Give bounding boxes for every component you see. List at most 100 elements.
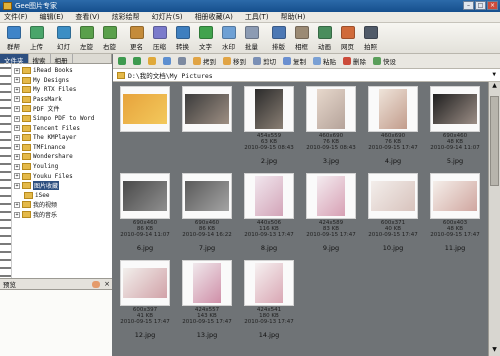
thumbnail-item[interactable]: 440x506 116 KB 2010-09-13 17:47 8.jpg xyxy=(241,169,297,253)
toolbar-button[interactable]: 动画 xyxy=(313,23,336,54)
folder-tree-item[interactable]: + PDF 文件 xyxy=(14,104,59,113)
thumbnail-image xyxy=(185,94,229,124)
toolbar-button[interactable]: 网页 xyxy=(336,23,359,54)
menu-view[interactable]: 查看(V) xyxy=(75,12,99,22)
expand-icon[interactable]: + xyxy=(14,134,20,141)
folder-tree-item[interactable]: + The KMPlayer xyxy=(14,133,76,142)
expand-icon[interactable]: + xyxy=(14,115,20,122)
toolbar-button[interactable]: 排版 xyxy=(267,23,290,54)
toolbar-button[interactable]: 更名 xyxy=(125,23,148,54)
expand-icon[interactable]: + xyxy=(14,173,20,180)
folder-tree-item[interactable]: + Youling xyxy=(14,162,58,171)
folder-tree-item[interactable]: + Simpo PDF to Word xyxy=(14,114,94,123)
address-bar[interactable]: D:\我的文档\My Pictures ▼ xyxy=(113,69,500,82)
nav-button[interactable]: 粘贴 xyxy=(311,56,338,67)
expand-icon[interactable]: + xyxy=(14,125,20,132)
chevron-down-icon[interactable]: ▼ xyxy=(492,71,496,78)
folder-tree-item[interactable]: + My RTX Files xyxy=(14,85,76,94)
thumbnail-item[interactable]: 690x460 86 KB 2010-09-14 11:07 6.jpg xyxy=(117,169,173,253)
menu-slideshow[interactable]: 幻灯片(S) xyxy=(152,12,183,22)
scroll-up-icon[interactable]: ▲ xyxy=(489,82,500,92)
thumbnail-item[interactable]: 600x371 40 KB 2010-09-15 17:47 10.jpg xyxy=(365,169,421,253)
folder-tree-item[interactable]: + Youku Files xyxy=(14,172,73,181)
nav-button[interactable]: 移到 xyxy=(221,56,248,67)
thumbnail-item[interactable]: 600x397 41 KB 2010-09-15 17:47 12.jpg xyxy=(117,256,173,340)
expand-icon[interactable]: + xyxy=(14,163,20,170)
close-button[interactable]: × xyxy=(487,1,498,10)
nav-button[interactable]: 复制 xyxy=(281,56,308,67)
thumbnail-item[interactable]: 424x557 143 KB 2010-09-15 17:47 13.jpg xyxy=(179,256,235,340)
toolbar-button[interactable]: 相框 xyxy=(290,23,313,54)
tab-folders[interactable]: 文件夹 xyxy=(0,54,29,65)
expand-icon[interactable]: + xyxy=(14,153,20,160)
toolbar-button[interactable]: 文字 xyxy=(194,23,217,54)
tab-search[interactable]: 搜索 xyxy=(29,54,51,65)
thumbnail-item[interactable]: 460x690 76 KB 2010-09-15 08:43 3.jpg xyxy=(303,82,359,166)
expand-icon[interactable]: + xyxy=(14,77,20,84)
back-button[interactable] xyxy=(116,56,128,67)
thumbnail-item[interactable]: 424x541 180 KB 2010-09-13 17:47 14.jpg xyxy=(241,256,297,340)
folder-tree-item[interactable]: + Wondershare xyxy=(14,152,73,161)
minimize-button[interactable]: – xyxy=(463,1,474,10)
thumbnail-item[interactable]: 424x589 83 KB 2010-09-15 17:47 9.jpg xyxy=(303,169,359,253)
nav-button[interactable]: 删除 xyxy=(341,56,368,67)
menu-help[interactable]: 帮助(H) xyxy=(281,12,306,22)
thumbnail-item[interactable] xyxy=(179,82,235,166)
folder-label: Simpo PDF to Word xyxy=(33,115,95,122)
thumbnail-item[interactable]: 690x460 86 KB 2010-09-14 16:22 7.jpg xyxy=(179,169,235,253)
toolbar-button[interactable]: 批量 xyxy=(240,23,263,54)
close-icon[interactable]: × xyxy=(104,280,110,288)
folder-tree-item[interactable]: + iRead Books xyxy=(14,66,73,75)
scrollbar-thumb[interactable] xyxy=(490,96,499,186)
thumbnail-info: 690x460 86 KB 2010-09-14 16:22 xyxy=(179,220,235,238)
folder-tree-item[interactable]: + Tencent Files xyxy=(14,124,80,133)
nav-button[interactable]: 拷到 xyxy=(191,56,218,67)
toolbar-button[interactable]: 水印 xyxy=(217,23,240,54)
toolbar-button[interactable]: 幻灯 xyxy=(52,23,75,54)
expand-icon[interactable]: + xyxy=(14,96,20,103)
menu-color[interactable]: 炫彩绘帮 xyxy=(112,12,140,22)
thumbnail-item[interactable]: 460x690 76 KB 2010-09-15 17:47 4.jpg xyxy=(365,82,421,166)
folder-tree-item[interactable]: + My Designs xyxy=(14,76,69,85)
thumbnail-item[interactable] xyxy=(117,82,173,166)
folder-tree-item[interactable]: + PassMark xyxy=(14,95,62,104)
toolbar-button[interactable]: 拍照 xyxy=(359,23,382,54)
toolbar-button[interactable]: 上传 xyxy=(25,23,48,54)
menu-tools[interactable]: 工具(T) xyxy=(245,12,269,22)
thumbnail-image xyxy=(123,181,167,211)
expand-icon[interactable]: + xyxy=(14,201,20,208)
refresh-button[interactable] xyxy=(161,56,173,67)
toolbar-button[interactable]: 右旋 xyxy=(98,23,121,54)
vertical-scrollbar[interactable]: ▲ ▼ xyxy=(488,82,500,356)
expand-icon[interactable]: + xyxy=(14,211,20,218)
maximize-button[interactable]: □ xyxy=(475,1,486,10)
thumbnail-item[interactable]: 600x403 48 KB 2010-09-15 17:47 11.jpg xyxy=(427,169,483,253)
thumbnail-item[interactable]: 454x559 63 KB 2010-09-15 08:43 2.jpg xyxy=(241,82,297,166)
folder-tree-item[interactable]: + 我的视频 xyxy=(14,200,57,209)
nav-button[interactable]: 快设 xyxy=(371,56,398,67)
toolbar-button[interactable]: 转换 xyxy=(171,23,194,54)
expand-icon[interactable]: + xyxy=(14,182,20,189)
toolbar-button[interactable]: 左旋 xyxy=(75,23,98,54)
toolbar-button[interactable]: 群帮 xyxy=(2,23,25,54)
expand-icon[interactable]: + xyxy=(14,105,20,112)
tab-albums[interactable]: 相册 xyxy=(51,54,73,65)
up-button[interactable] xyxy=(146,56,158,67)
menu-album[interactable]: 相册收藏(A) xyxy=(195,12,233,22)
preview-face-icon[interactable] xyxy=(92,281,100,288)
expand-icon[interactable]: + xyxy=(14,67,20,74)
menu-file[interactable]: 文件(F) xyxy=(4,12,28,22)
folder-tree-item[interactable]: + 我的音乐 xyxy=(14,210,57,219)
toolbar-button[interactable]: 压缩 xyxy=(148,23,171,54)
folder-tree-item[interactable]: + TMFinance xyxy=(14,143,66,152)
menu-edit[interactable]: 编辑(E) xyxy=(40,12,64,22)
expand-icon[interactable]: + xyxy=(14,144,20,151)
folder-tree-item[interactable]: iSee xyxy=(24,191,49,200)
nav-button[interactable]: 剪切 xyxy=(251,56,278,67)
thumbnail-item[interactable]: 690x460 48 KB 2010-09-14 11:07 5.jpg xyxy=(427,82,483,166)
forward-button[interactable] xyxy=(131,56,143,67)
scroll-down-icon[interactable]: ▼ xyxy=(489,346,500,356)
view-mode-button[interactable] xyxy=(176,56,188,67)
folder-tree-item[interactable]: + 图片收藏 xyxy=(14,181,60,191)
expand-icon[interactable]: + xyxy=(14,86,20,93)
